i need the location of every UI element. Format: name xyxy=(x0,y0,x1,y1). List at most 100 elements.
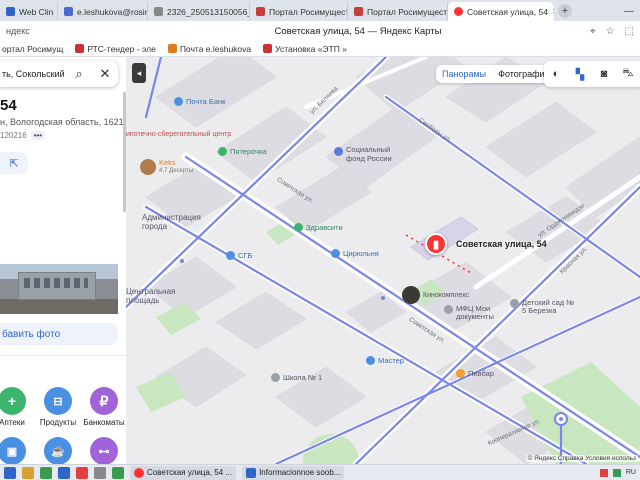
transit-icon[interactable]: ⛍ xyxy=(616,61,640,87)
poi-savings-center[interactable]: ипотечно-сберегательный центр xyxy=(126,131,231,138)
layers-icon[interactable]: ◐ xyxy=(544,61,568,87)
taskbar-app-label: Informacionnoe soob... xyxy=(259,468,341,477)
poi-pivbar[interactable]: Пивбар xyxy=(456,369,494,378)
window-controls: — xyxy=(618,6,640,21)
tab-label: e.leshukova@rosim.gov xyxy=(77,6,147,17)
category-label: Банкоматы xyxy=(83,418,125,427)
bank-icon xyxy=(174,97,183,106)
tab-favicon-icon xyxy=(6,7,15,16)
bookmark-item[interactable]: РТС-тендер - эле xyxy=(75,44,156,54)
share-icon: ⇱ xyxy=(9,157,19,170)
bookmark-item[interactable]: Установка «ЭТП » xyxy=(263,44,347,54)
stop-dot xyxy=(180,259,184,263)
more-button[interactable]: ••• xyxy=(30,131,46,140)
poi-label: Цирюльня xyxy=(343,249,379,258)
poi-social-fund[interactable]: Социальный фонд России xyxy=(334,145,398,163)
minimize-icon[interactable]: — xyxy=(624,6,634,17)
poi-mfc[interactable]: МФЦ Мои документы xyxy=(444,305,500,321)
poi-central-square[interactable]: Центральная площадь xyxy=(126,287,175,305)
map-layer-tabs: Панорамы Фотографии xyxy=(436,65,556,83)
browser-tab[interactable]: Портал Росимущества xyxy=(348,2,448,21)
collapse-panel-button[interactable]: ◂ xyxy=(132,63,146,83)
poi-administration[interactable]: Администрация города xyxy=(142,213,202,231)
poi-tsirulnya[interactable]: Цирюльня xyxy=(331,249,379,258)
document-icon xyxy=(444,305,453,314)
poi-pochta-bank[interactable]: Почта Банк xyxy=(174,97,225,106)
browser-tab[interactable]: e.leshukova@rosim.gov xyxy=(58,2,148,21)
camera-icon[interactable]: ◙ xyxy=(592,61,616,87)
browser-tab[interactable]: 2326_250513150056_00 xyxy=(148,2,250,21)
poi-kindergarten[interactable]: Детский сад № 5 Березка xyxy=(510,299,576,315)
tab-panoramas[interactable]: Панорамы xyxy=(436,69,492,79)
map-mode-icon[interactable]: ▚ xyxy=(568,61,592,87)
bookmark-favicon-icon xyxy=(75,44,85,53)
search-box[interactable]: ть, Сокольский ра ⌕ ✕ xyxy=(0,61,118,87)
windows-start-icon[interactable] xyxy=(4,466,16,479)
bookmark-item[interactable]: ортал Росимущ xyxy=(2,44,63,54)
poi-keks[interactable]: Keks 4,7 Десерты xyxy=(140,159,193,175)
poi-master[interactable]: Мастер xyxy=(366,356,404,365)
browser-tab-active[interactable]: Советская улица, 54 ✕ xyxy=(448,2,554,21)
place-photo[interactable] xyxy=(0,264,118,314)
poi-label: Школа № 1 xyxy=(283,373,323,382)
taskbar-app-icon[interactable] xyxy=(58,466,70,479)
taskbar-app-icon[interactable] xyxy=(22,466,34,479)
bookmark-item[interactable]: Почта e.leshukova xyxy=(167,44,251,54)
share-button[interactable]: ⇱ xyxy=(0,152,28,174)
place-panel: ть, Сокольский ра ⌕ ✕ 54 н, Вологодская … xyxy=(0,57,126,464)
tab-label: Web Clin xyxy=(19,6,54,17)
location-icon[interactable]: ⌖ xyxy=(590,26,596,37)
map-copyright[interactable]: © Яндекс Справка Условия использ xyxy=(525,455,638,462)
poi-cinema[interactable]: Кинокомплекс xyxy=(402,286,469,304)
tray-icon[interactable] xyxy=(599,468,608,477)
poi-school[interactable]: Школа № 1 xyxy=(271,373,322,382)
pharmacy-icon xyxy=(294,223,303,232)
search-icon[interactable]: ⌕ xyxy=(66,66,92,82)
poi-pyaterochka[interactable]: Пятерочка xyxy=(218,147,267,156)
close-icon[interactable]: ✕ xyxy=(92,66,118,82)
extension-icon[interactable]: ⬚ xyxy=(625,26,634,37)
poi-sgb[interactable]: СГБ xyxy=(226,251,252,260)
bar-icon xyxy=(456,369,465,378)
government-icon xyxy=(334,147,343,156)
bookmark-label: ортал Росимущ xyxy=(2,43,64,54)
poi-label: Почта Банк xyxy=(186,97,226,106)
map-canvas[interactable]: ◂ Панорамы Фотографии ◐ ▚ ◙ ⛍ Почта Банк… xyxy=(126,57,640,464)
category-pharmacy[interactable]: + Аптеки xyxy=(0,387,34,427)
category-groceries[interactable]: ⊟ Продукты xyxy=(36,387,80,427)
place-title: 54 xyxy=(0,97,17,114)
tools-icon xyxy=(366,356,375,365)
cup-icon: ☕ xyxy=(44,437,72,464)
close-tab-icon[interactable]: ✕ xyxy=(552,7,554,16)
taskbar-app-icon[interactable] xyxy=(40,466,52,479)
browser-tab[interactable]: Web Clin xyxy=(0,2,58,21)
tray-icon[interactable] xyxy=(612,468,621,477)
place-pin-icon[interactable]: ▮ xyxy=(425,233,447,255)
new-tab-button[interactable]: + xyxy=(558,4,572,18)
category-cafes[interactable]: ☕ xyxy=(36,437,80,464)
bookmarks-bar: ортал Росимущ РТС-тендер - эле Почта e.l… xyxy=(0,41,640,57)
add-photo-button[interactable]: бавить фото xyxy=(0,323,118,345)
taskbar-app-icon[interactable] xyxy=(112,466,124,479)
browser-tab[interactable]: Портал Росимущества xyxy=(250,2,348,21)
category-shops[interactable]: ▣ xyxy=(0,437,34,464)
url-prefix[interactable]: ндекс xyxy=(6,26,126,36)
place-code: 120216 xyxy=(0,131,27,140)
poi-zdravsiti[interactable]: Здравсити xyxy=(294,223,343,232)
bookmark-favicon-icon xyxy=(167,44,177,53)
language-indicator[interactable]: RU xyxy=(626,469,636,476)
taskbar-app-icon[interactable] xyxy=(76,466,88,479)
tab-favicon-icon xyxy=(64,7,73,16)
search-input[interactable]: ть, Сокольский ра xyxy=(0,69,66,79)
bookmark-star-icon[interactable]: ☆ xyxy=(606,26,615,37)
taskbar-app-browser[interactable]: Советская улица, 54 ... xyxy=(130,465,237,480)
barber-icon xyxy=(331,249,340,258)
taskbar-app-icon[interactable] xyxy=(94,466,106,479)
category-atms[interactable]: ₽ Банкоматы xyxy=(82,387,126,427)
place-pin-label[interactable]: Советская улица, 54 xyxy=(456,239,547,249)
block xyxy=(215,291,307,350)
taskbar-app-document[interactable]: Informacionnoe soob... xyxy=(242,465,345,480)
category-fitness[interactable]: ⊷ xyxy=(82,437,126,464)
tab-label: 2326_250513150056_00 xyxy=(167,6,249,17)
poi-label: Мастер xyxy=(378,356,404,365)
